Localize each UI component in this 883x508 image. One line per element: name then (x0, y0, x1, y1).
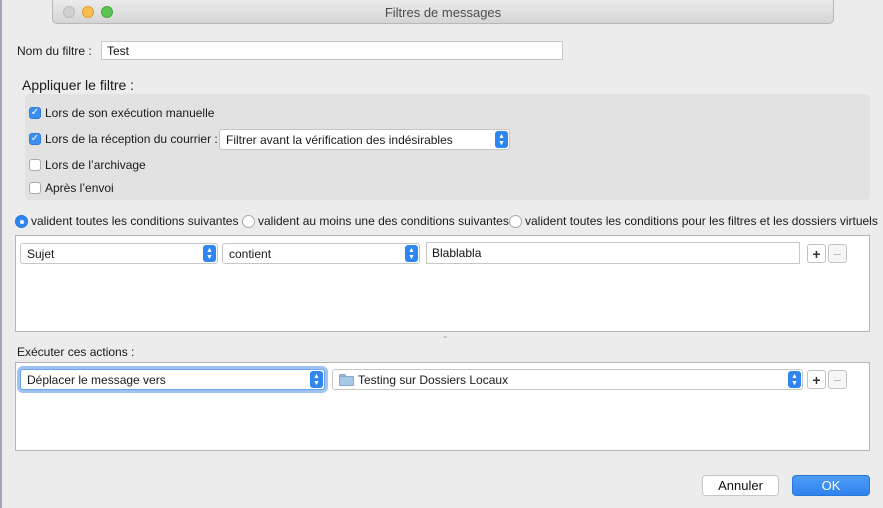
reception-timing-value: Filtrer avant la vérification des indési… (226, 132, 453, 147)
checkbox-unchecked-icon[interactable] (29, 182, 41, 194)
popup-stepper-icon: ▲ ▼ (310, 371, 323, 388)
match-any-option[interactable]: valident au moins une des conditions sui… (242, 214, 509, 228)
filter-dialog-window: Filtres de messages Nom du filtre : Appl… (2, 0, 883, 508)
action-target-folder-value: Testing sur Dossiers Locaux (358, 372, 509, 387)
condition-operator-value: contient (229, 246, 272, 261)
match-all-virtual-label: valident toutes les conditions pour les … (525, 214, 878, 228)
remove-condition-button[interactable]: − (828, 244, 847, 263)
checkbox-checked-icon[interactable]: ✓ (29, 133, 41, 145)
popup-stepper-icon: ▲ ▼ (495, 131, 508, 148)
radio-unselected-icon[interactable] (242, 214, 255, 228)
cancel-button[interactable]: Annuler (702, 475, 779, 496)
option-manual-run[interactable]: ✓ Lors de son exécution manuelle (29, 106, 214, 120)
radio-selected-icon[interactable] (15, 214, 28, 228)
folder-icon (339, 373, 354, 386)
condition-field-value: Sujet (27, 246, 55, 261)
title-bar[interactable]: Filtres de messages (52, 0, 834, 24)
match-any-label: valident au moins une des conditions sui… (258, 214, 509, 228)
popup-stepper-icon: ▲ ▼ (203, 245, 216, 262)
action-type-select[interactable]: Déplacer le message vers ▲ ▼ (20, 369, 325, 390)
splitter-handle[interactable]: ⁼ (443, 335, 447, 343)
filter-name-label: Nom du filtre : (17, 44, 92, 58)
match-all-label: valident toutes les conditions suivantes (31, 214, 239, 228)
window-title: Filtres de messages (384, 5, 502, 20)
option-manual-run-label: Lors de son exécution manuelle (45, 106, 215, 120)
add-condition-button[interactable]: + (807, 244, 826, 263)
radio-unselected-icon[interactable] (509, 214, 522, 228)
popup-stepper-icon: ▲ ▼ (788, 371, 801, 388)
action-type-value: Déplacer le message vers (27, 372, 166, 387)
reception-timing-select[interactable]: Filtrer avant la vérification des indési… (219, 129, 510, 150)
option-after-send[interactable]: Après l’envoi (29, 181, 114, 195)
option-on-receive[interactable]: ✓ Lors de la réception du courrier : (29, 132, 218, 146)
option-on-receive-label: Lors de la réception du courrier : (45, 132, 218, 146)
popup-stepper-icon: ▲ ▼ (405, 245, 418, 262)
match-all-virtual-option[interactable]: valident toutes les conditions pour les … (509, 214, 878, 228)
checkbox-checked-icon[interactable]: ✓ (29, 107, 41, 119)
condition-field-select[interactable]: Sujet ▲ ▼ (20, 243, 218, 264)
option-on-archive[interactable]: Lors de l’archivage (29, 158, 146, 172)
match-all-option[interactable]: valident toutes les conditions suivantes (15, 214, 238, 228)
actions-heading: Exécuter ces actions : (17, 345, 135, 359)
apply-filter-heading: Appliquer le filtre : (22, 77, 135, 93)
condition-value-input[interactable] (426, 242, 800, 264)
option-after-send-label: Après l’envoi (45, 181, 114, 195)
remove-action-button[interactable]: − (828, 370, 847, 389)
ok-button[interactable]: OK (792, 475, 870, 496)
filter-name-input[interactable] (101, 41, 563, 60)
checkbox-unchecked-icon[interactable] (29, 159, 41, 171)
add-action-button[interactable]: + (807, 370, 826, 389)
condition-operator-select[interactable]: contient ▲ ▼ (222, 243, 420, 264)
action-target-folder-select[interactable]: Testing sur Dossiers Locaux ▲ ▼ (332, 369, 803, 390)
option-on-archive-label: Lors de l’archivage (45, 158, 146, 172)
